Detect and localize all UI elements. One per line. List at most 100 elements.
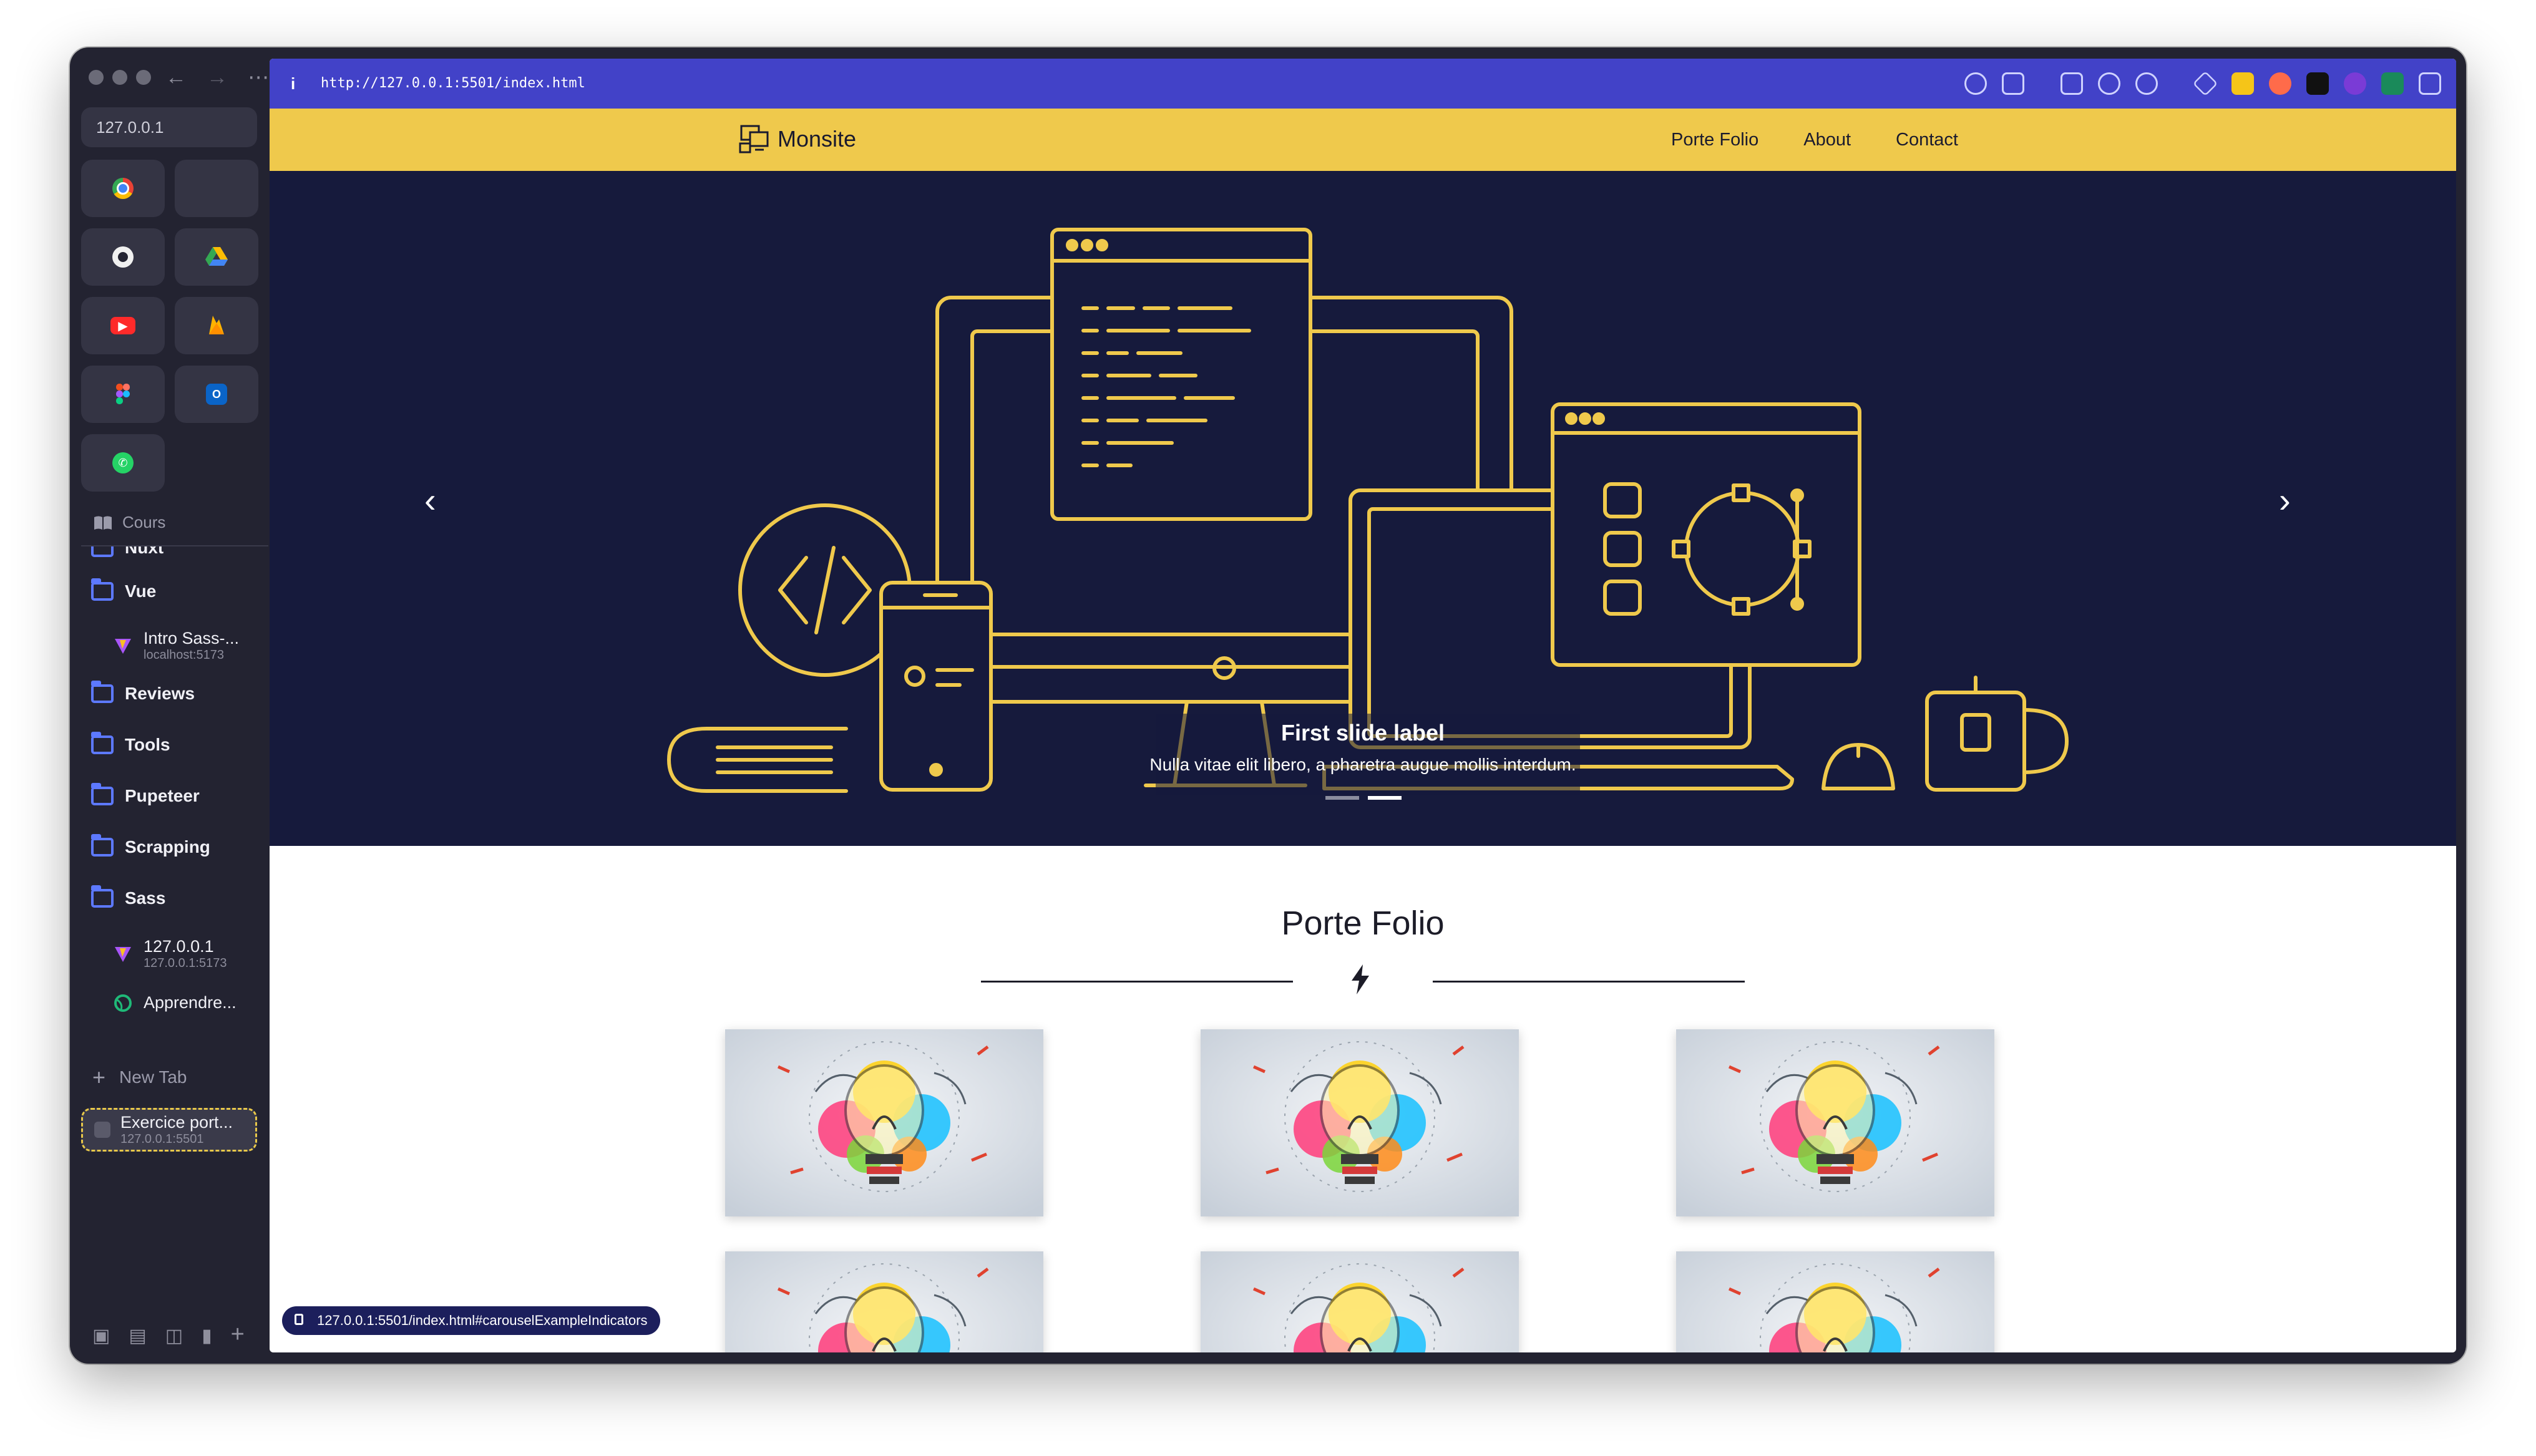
favorite-figma[interactable] — [81, 366, 165, 423]
sidebar-list: Nuxt Vue Intro Sass-... localhost:5173 Re… — [70, 546, 270, 1077]
globe-icon — [114, 994, 132, 1012]
sidebar-tab-apprendre[interactable]: Apprendre... — [114, 993, 237, 1012]
nav-link-about[interactable]: About — [1803, 109, 1851, 171]
lightbulb-image — [725, 1029, 1043, 1216]
outlook-icon: O — [206, 384, 227, 405]
firebase-icon — [209, 316, 224, 334]
site-navbar: Monsite Porte Folio About Contact — [270, 109, 2456, 171]
status-url-text: 127.0.0.1:5501/index.html#carouselExampl… — [317, 1313, 648, 1328]
title-divider-left — [981, 981, 1293, 983]
portfolio-card[interactable] — [725, 1251, 1043, 1352]
figma-icon — [116, 384, 130, 404]
lightning-bolt-icon — [1352, 964, 1369, 994]
active-tab-title: Exercice port... — [120, 1113, 233, 1132]
code-icon[interactable] — [2192, 70, 2218, 97]
sidebar-tab-intro-sass[interactable]: Intro Sass-... localhost:5173 — [114, 629, 239, 662]
back-arrow-icon[interactable]: ← — [163, 60, 188, 95]
link-icon[interactable] — [1964, 72, 1987, 95]
favorite-chrome[interactable] — [81, 160, 165, 217]
favorite-github[interactable] — [81, 228, 165, 286]
new-tab-button[interactable]: + New Tab — [92, 1064, 187, 1090]
carousel-indicator-2[interactable] — [1368, 796, 1402, 800]
github-icon — [112, 246, 134, 268]
sidebar-folder-reviews[interactable]: Reviews — [91, 681, 195, 704]
vite-icon — [115, 639, 131, 654]
portfolio-card[interactable] — [1201, 1029, 1519, 1216]
camera-icon[interactable] — [2002, 72, 2024, 95]
target-icon[interactable] — [2135, 72, 2158, 95]
tab-favicon — [94, 1122, 110, 1138]
lightbulb-image — [725, 1251, 1043, 1352]
folder-icon — [91, 681, 114, 703]
sidebar-address-pill[interactable]: 127.0.0.1 — [81, 107, 257, 147]
maximize-window-button[interactable] — [136, 70, 151, 85]
library-icon[interactable]: ▤ — [129, 1325, 146, 1347]
extension-icon[interactable] — [2344, 72, 2366, 95]
sidebar-folder-tools[interactable]: Tools — [91, 732, 170, 755]
sidebar-tab-localhost[interactable]: 127.0.0.1 127.0.0.1:5173 — [114, 937, 227, 971]
toolbar-icons — [1964, 70, 2441, 97]
folder-open-icon — [91, 885, 114, 908]
folder-label: Nuxt — [125, 546, 164, 557]
sidebar-folder-vue[interactable]: Vue — [91, 578, 157, 601]
portfolio-card[interactable] — [725, 1029, 1043, 1216]
url-text[interactable]: http://127.0.0.1:5501/index.html — [321, 59, 585, 109]
favorite-youtube[interactable]: ▶ — [81, 297, 165, 354]
carousel-next-chevron-icon[interactable]: › — [2279, 483, 2291, 518]
sticky-note-icon[interactable] — [2231, 72, 2254, 95]
web-icon[interactable] — [2098, 72, 2120, 95]
folder-icon — [91, 578, 114, 601]
window-controls — [89, 70, 151, 85]
sidebar-folder-sass[interactable]: Sass — [91, 885, 166, 908]
add-icon[interactable]: + — [231, 1323, 245, 1347]
minimize-window-button[interactable] — [112, 70, 127, 85]
carousel-indicator-1[interactable] — [1325, 796, 1359, 800]
bookmark-icon[interactable]: ▮ — [202, 1325, 212, 1347]
folder-label: Vue — [125, 581, 157, 601]
nav-links: Porte Folio About Contact — [1671, 109, 1958, 171]
sidebar-folder-nuxt[interactable]: Nuxt — [91, 546, 163, 558]
favorite-drive[interactable] — [175, 228, 258, 286]
folder-label: Sass — [125, 888, 166, 908]
more-menu-icon[interactable]: ⋯ — [246, 60, 271, 95]
portfolio-card[interactable] — [1676, 1251, 1994, 1352]
nav-link-contact[interactable]: Contact — [1896, 109, 1958, 171]
plus-icon: + — [92, 1064, 106, 1090]
brand[interactable]: Monsite — [739, 124, 856, 155]
hero-carousel: ‹ › First slide label Nulla vitae elit l… — [270, 171, 2456, 846]
folder-label: Tools — [125, 735, 170, 754]
extension-icon-2[interactable] — [2381, 72, 2404, 95]
close-window-button[interactable] — [89, 70, 104, 85]
folder-icon — [91, 732, 114, 754]
carousel-caption-title: First slide label — [1280, 720, 1445, 745]
favorite-whatsapp[interactable]: ✆ — [81, 434, 165, 492]
archive-icon[interactable]: ▣ — [92, 1325, 110, 1347]
carousel-prev-chevron-icon[interactable]: ‹ — [424, 483, 436, 518]
tab-subtitle: 127.0.0.1:5173 — [144, 956, 227, 970]
favorite-firebase[interactable] — [175, 297, 258, 354]
web-content: i http://127.0.0.1:5501/index.html Monsi… — [270, 59, 2456, 1352]
url-bar: i http://127.0.0.1:5501/index.html — [270, 59, 2456, 109]
favorite-outlook[interactable]: O — [175, 366, 258, 423]
sidebar-folder-scrapping[interactable]: Scrapping — [91, 834, 210, 857]
portfolio-card[interactable] — [1676, 1029, 1994, 1216]
title-divider-right — [1433, 981, 1745, 983]
forward-arrow-icon[interactable]: → — [205, 60, 230, 95]
split-view-icon[interactable]: ◫ — [165, 1325, 183, 1347]
sidebar-folder-pupeteer[interactable]: Pupeteer — [91, 783, 200, 806]
info-icon[interactable]: i — [291, 59, 295, 109]
favorite-empty[interactable] — [175, 160, 258, 217]
terminal-icon[interactable] — [2060, 72, 2083, 95]
password-icon[interactable] — [2306, 72, 2329, 95]
folder-icon — [91, 546, 114, 557]
section-cours[interactable]: Cours — [94, 513, 165, 532]
sidebar-footer: ▣ ▤ ◫ ▮ + — [92, 1323, 245, 1347]
nav-link-porte-folio[interactable]: Porte Folio — [1671, 109, 1758, 171]
color-picker-icon[interactable] — [2269, 72, 2291, 95]
sidebar-toggle-icon[interactable] — [2419, 72, 2441, 95]
vite-icon — [115, 947, 131, 962]
lightbulb-image — [1676, 1029, 1994, 1216]
portfolio-card[interactable] — [1201, 1251, 1519, 1352]
carousel-caption-text: Nulla vitae elit libero, a pharetra augu… — [1149, 755, 1576, 774]
active-tab[interactable]: Exercice port... 127.0.0.1:5501 — [81, 1108, 257, 1152]
